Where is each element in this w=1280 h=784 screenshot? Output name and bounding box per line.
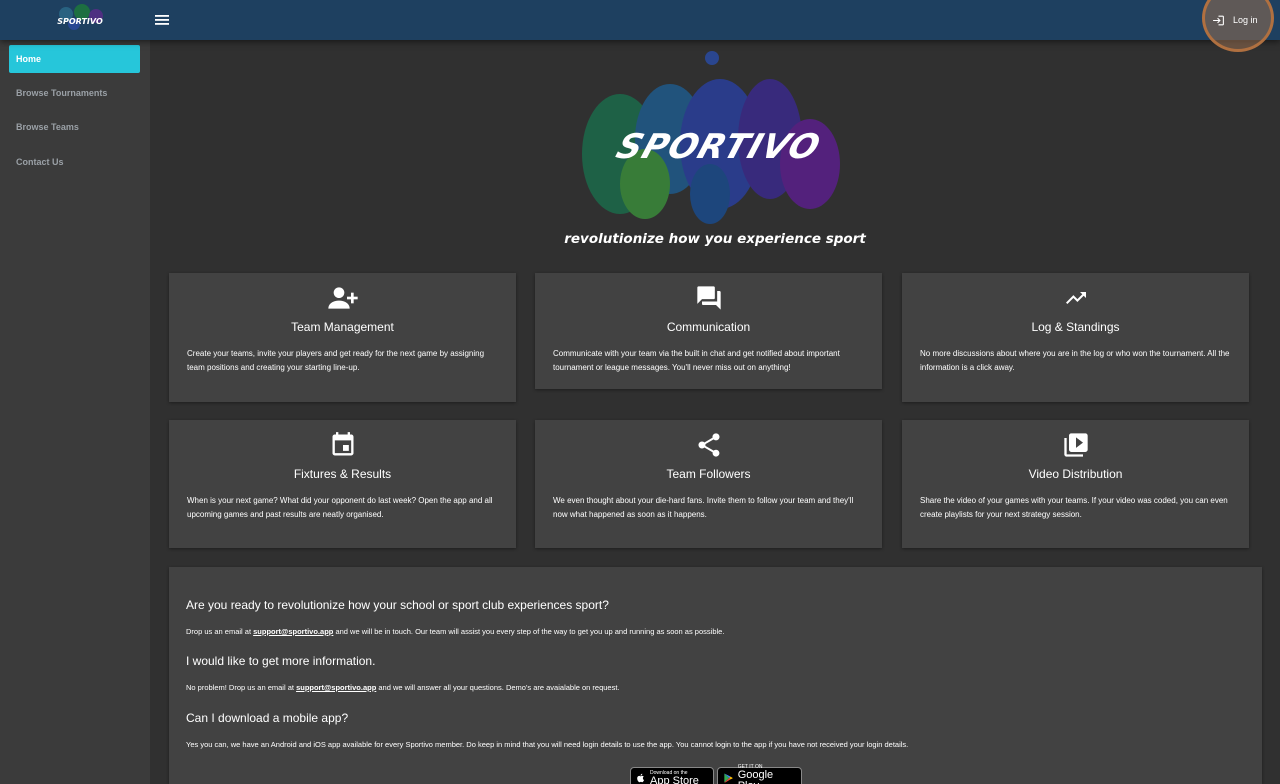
sidebar-item-browse-teams[interactable]: Browse Teams <box>9 113 140 141</box>
feature-card-log-standings: Log & Standings No more discussions abou… <box>902 273 1249 402</box>
top-app-bar: SPORTIVO Log in <box>0 0 1280 52</box>
trending-up-icon <box>1059 283 1093 313</box>
sidebar: Home Browse Tournaments Browse Teams Con… <box>0 40 150 784</box>
store-big-text: App Store <box>650 774 699 784</box>
feature-card-fixtures-results: Fixtures & Results When is your next gam… <box>169 420 516 548</box>
sidebar-item-label: Browse Teams <box>16 122 79 132</box>
google-play-text: GET IT ONGoogle Play <box>738 764 796 784</box>
sidebar-item-browse-tournaments[interactable]: Browse Tournaments <box>9 79 140 107</box>
sidebar-item-contact-us[interactable]: Contact Us <box>9 148 140 176</box>
faq-question: I would like to get more information. <box>186 654 376 668</box>
faq-answer-text: and we will answer all your questions. D… <box>376 683 620 692</box>
faq-answer: Yes you can, we have an Android and iOS … <box>186 740 909 749</box>
hero-tagline: revolutionize how you experience sport <box>564 231 866 247</box>
login-icon <box>1213 15 1224 25</box>
calendar-event-icon <box>326 430 360 460</box>
feature-title: Team Management <box>291 320 394 334</box>
feature-card-communication: Communication Communicate with your team… <box>535 273 882 389</box>
faq-answer: No problem! Drop us an email at support@… <box>186 683 620 692</box>
share-icon <box>692 430 726 460</box>
feature-title: Communication <box>666 320 751 334</box>
support-email-link[interactable]: support@sportivo.app <box>296 683 376 692</box>
feature-description: Share the video of your games with your … <box>920 496 1228 519</box>
feature-description: No more discussions about where you are … <box>920 349 1230 372</box>
app-store-badge[interactable]: Download on the App Store <box>630 767 714 784</box>
store-big-text: Google Play <box>737 769 774 784</box>
sidebar-item-home[interactable]: Home <box>9 45 140 73</box>
faq-section: Are you ready to revolutionize how your … <box>169 567 1262 784</box>
person-add-icon <box>326 283 360 313</box>
faq-answer-text: Drop us an email at <box>186 627 254 636</box>
menu-icon[interactable] <box>150 8 174 32</box>
feature-description: We even thought about your die-hard fans… <box>553 496 854 519</box>
feature-title: Fixtures & Results <box>293 467 392 481</box>
login-button[interactable]: Log in <box>1206 8 1264 32</box>
login-label: Log in <box>1233 15 1258 25</box>
app-store-text: Download on the App Store <box>650 770 699 784</box>
faq-answer: Drop us an email at support@sportivo.app… <box>186 627 724 636</box>
feature-title: Log & Standings <box>1031 320 1120 334</box>
faq-question: Can I download a mobile app? <box>186 711 349 725</box>
support-email-link[interactable]: support@sportivo.app <box>253 627 333 636</box>
sidebar-item-label: Home <box>16 54 42 64</box>
apple-icon <box>637 773 645 783</box>
feature-card-team-management: Team Management Create your teams, invit… <box>169 273 516 402</box>
hero-brand-text: SPORTIVO <box>611 128 825 167</box>
sidebar-item-label: Browse Tournaments <box>16 88 108 98</box>
feature-title: Team Followers <box>666 467 751 481</box>
feature-card-team-followers: Team Followers We even thought about you… <box>535 420 882 548</box>
faq-answer-text: and we will be in touch. Our team will a… <box>333 627 725 636</box>
hero-banner-image: SPORTIVO <box>582 51 840 224</box>
sportivo-logo[interactable]: SPORTIVO <box>46 2 114 38</box>
feature-description: Communicate with your team via the built… <box>553 349 840 372</box>
feature-description: Create your teams, invite your players a… <box>187 349 485 372</box>
google-play-icon <box>724 773 733 783</box>
svg-text:SPORTIVO: SPORTIVO <box>57 17 103 26</box>
google-play-badge[interactable]: GET IT ONGoogle Play <box>717 764 802 784</box>
feature-card-video-distribution: Video Distribution Share the video of yo… <box>902 420 1249 548</box>
video-library-icon <box>1059 430 1093 460</box>
forum-icon <box>692 283 726 313</box>
feature-title: Video Distribution <box>1028 467 1123 481</box>
feature-description: When is your next game? What did your op… <box>187 496 493 519</box>
sidebar-item-label: Contact Us <box>16 157 64 167</box>
faq-answer-text: No problem! Drop us an email at <box>186 683 297 692</box>
faq-question: Are you ready to revolutionize how your … <box>186 598 609 612</box>
